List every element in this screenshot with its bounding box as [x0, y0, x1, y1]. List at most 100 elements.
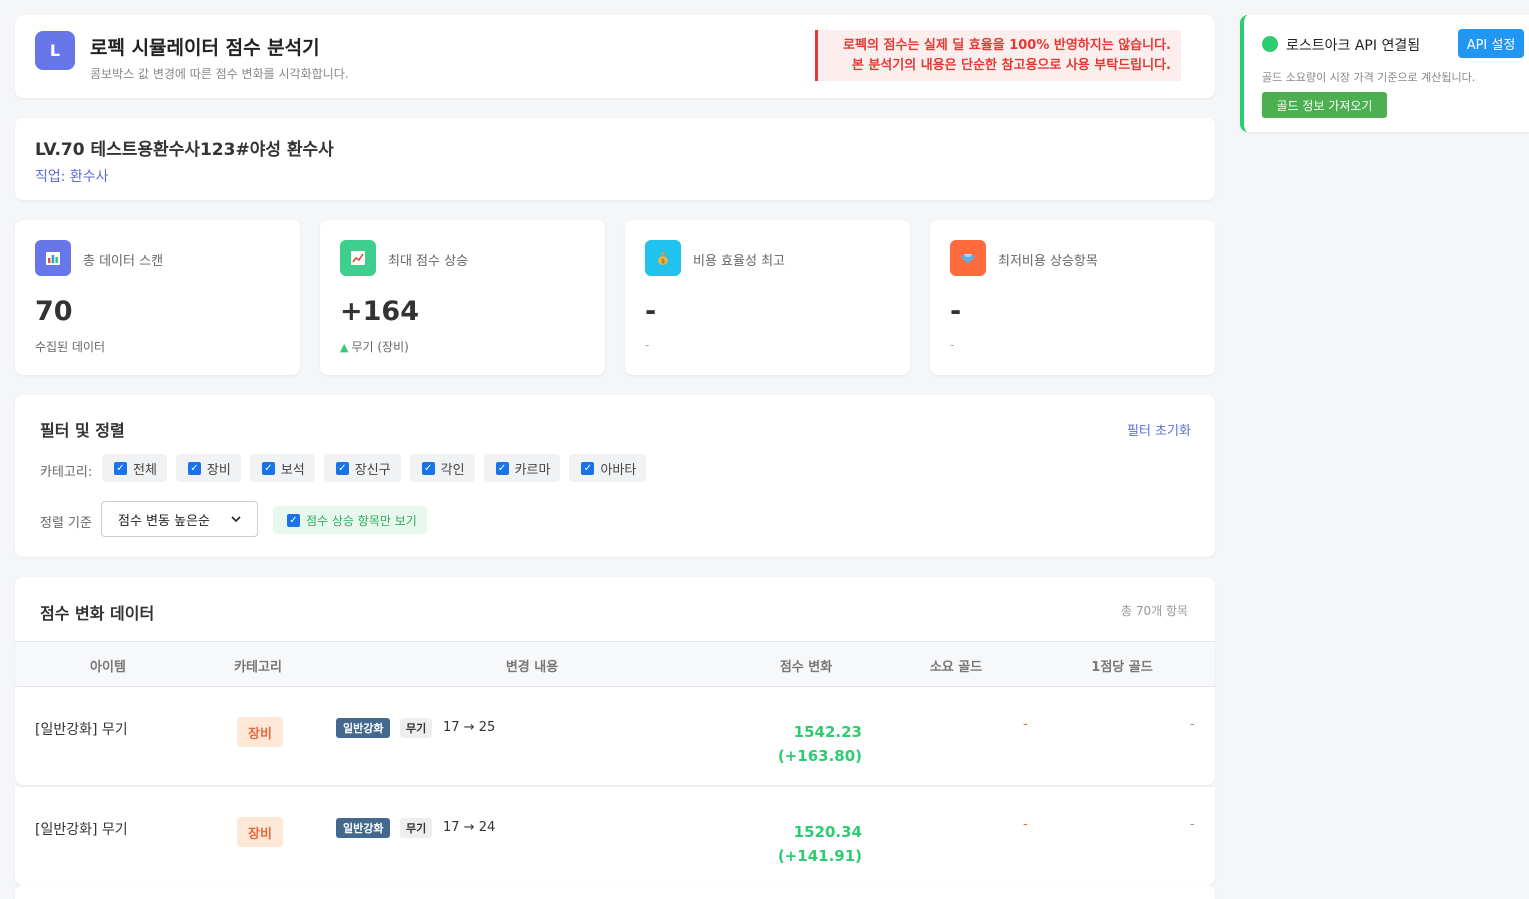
checkbox-checked-icon[interactable]: ✓	[495, 461, 509, 475]
stat-label: 최저비용 상승항목	[998, 254, 1098, 269]
data-table-count: 총 70개 항목	[1121, 604, 1189, 618]
chip-label: 장신구	[354, 462, 391, 478]
stat-value: -	[645, 296, 657, 327]
chip-label: 장비	[206, 462, 231, 478]
stat-value: 70	[35, 296, 73, 327]
stat-card-cost-efficiency: $ 비용 효율성 최고 - -	[625, 220, 910, 375]
change-part-tag: 무기	[400, 718, 433, 738]
score-value: 1520.34	[793, 823, 862, 841]
score-change: 1542.23 (+163.80)	[778, 720, 862, 768]
stat-value: +164	[340, 296, 419, 327]
checkbox-checked-icon[interactable]: ✓	[421, 461, 435, 475]
column-header-change[interactable]: 변경 내용	[506, 656, 558, 675]
row-item-name: [일반강화] 무기	[35, 722, 128, 738]
chip-label: 각인	[440, 462, 465, 478]
stat-label: 총 데이터 스캔	[83, 254, 164, 269]
stat-card-lowest-cost: 최저비용 상승항목 - -	[930, 220, 1215, 375]
checkbox-checked-icon[interactable]: ✓	[187, 461, 201, 475]
category-chip-gem[interactable]: ✓ 보석	[249, 454, 315, 482]
category-chip-avatar[interactable]: ✓ 아바타	[569, 454, 647, 482]
change-part-tag: 무기	[400, 818, 433, 838]
category-chip-all[interactable]: ✓ 전체	[102, 454, 167, 482]
category-label: 카테고리:	[40, 465, 93, 480]
category-chip-equipment[interactable]: ✓ 장비	[175, 454, 241, 482]
category-chip-karma[interactable]: ✓ 카르마	[483, 454, 561, 482]
up-triangle-icon: ▲	[340, 341, 349, 354]
table-row[interactable]: [일반강화] 무기 장비 일반강화 무기 17 → 24 1520.34 (+1…	[15, 787, 1215, 885]
app-logo: L	[35, 31, 75, 70]
money-bag-icon: $	[645, 240, 681, 276]
chip-label: 보석	[280, 462, 305, 478]
api-settings-button[interactable]: API 설정	[1458, 29, 1524, 58]
stat-value: -	[950, 296, 962, 327]
api-status-text: 로스트아크 API 연결됨	[1286, 38, 1421, 54]
sort-select[interactable]: 점수 변동 높은순	[101, 501, 258, 537]
rise-only-toggle[interactable]: ✓ 점수 상승 항목만 보기	[273, 506, 427, 534]
table-header: 아이템 카테고리 변경 내용 점수 변화 소요 골드 1점당 골드	[15, 641, 1215, 687]
category-chip-engraving[interactable]: ✓ 각인	[409, 454, 475, 482]
checkbox-checked-icon[interactable]: ✓	[287, 513, 300, 527]
rise-only-label: 점수 상승 항목만 보기	[306, 513, 417, 528]
filter-reset-link[interactable]: 필터 초기화	[1127, 420, 1191, 439]
column-header-score[interactable]: 점수 변화	[780, 656, 832, 675]
checkbox-checked-icon[interactable]: ✓	[114, 461, 127, 475]
score-delta: (+163.80)	[777, 747, 862, 765]
warning-line-2: 본 분석기의 내용은 단순한 참고용으로 사용 부탁드립니다.	[851, 58, 1171, 73]
api-status-panel: 로스트아크 API 연결됨 API 설정 골드 소요량이 시장 가격 기준으로 …	[1240, 15, 1529, 132]
stat-sub: 무기 (장비)	[351, 340, 409, 354]
app-title: 로펙 시뮬레이터 점수 분석기	[90, 37, 320, 59]
gold-per-point: -	[1190, 717, 1195, 732]
table-row-next[interactable]	[15, 885, 1215, 899]
checkbox-checked-icon[interactable]: ✓	[581, 461, 595, 475]
trend-up-icon	[340, 240, 376, 276]
app-subtitle: 콤보박스 값 변경에 따른 점수 변화를 시각화합니다.	[90, 67, 349, 81]
gold-cost: -	[1023, 817, 1028, 832]
stat-label: 최대 점수 상승	[388, 254, 469, 269]
stat-card-max-rise: 최대 점수 상승 +164 ▲ 무기 (장비)	[320, 220, 605, 375]
warning-banner: 로펙의 점수는 실제 딜 효율을 100% 반영하지는 않습니다. 본 분석기의…	[815, 30, 1181, 81]
app-header: L 로펙 시뮬레이터 점수 분석기 콤보박스 값 변경에 따른 점수 변화를 시…	[15, 15, 1215, 98]
table-row[interactable]: [일반강화] 무기 장비 일반강화 무기 17 → 25 1542.23 (+1…	[15, 687, 1215, 785]
chip-label: 전체	[133, 462, 157, 478]
change-type-tag: 일반강화	[336, 718, 391, 738]
status-dot-icon	[1262, 36, 1278, 52]
column-header-category[interactable]: 카테고리	[234, 656, 282, 675]
checkbox-checked-icon[interactable]: ✓	[335, 461, 349, 475]
stat-label: 비용 효율성 최고	[693, 254, 785, 269]
stat-sub: -	[645, 338, 650, 352]
category-chip-accessory[interactable]: ✓ 장신구	[323, 454, 401, 482]
column-header-gold[interactable]: 소요 골드	[930, 656, 982, 675]
stat-sub-wrap: ▲ 무기 (장비)	[340, 338, 409, 355]
data-table-card: 점수 변화 데이터 총 70개 항목 아이템 카테고리 변경 내용 점수 변화 …	[15, 577, 1215, 687]
category-chips: ✓ 전체 ✓ 장비 ✓ 보석 ✓ 장신구 ✓ 각인 ✓ 카르마 ✓ 아바타	[102, 454, 647, 482]
sort-select-value: 점수 변동 높은순	[118, 513, 210, 529]
warning-line-1: 로펙의 점수는 실제 딜 효율을 100% 반영하지는 않습니다.	[843, 38, 1171, 53]
row-item-name: [일반강화] 무기	[35, 822, 128, 838]
change-type-tag: 일반강화	[336, 818, 391, 838]
character-name: LV.70 테스트용환수사123#야성 환수사	[35, 140, 334, 160]
stat-sub: 수집된 데이터	[35, 340, 106, 354]
chevron-down-icon	[231, 512, 241, 527]
change-text: 17 → 24	[443, 820, 496, 835]
column-header-item[interactable]: 아이템	[90, 656, 126, 675]
character-class: 직업: 환수사	[35, 169, 109, 185]
bar-chart-icon	[35, 240, 71, 276]
character-card: LV.70 테스트용환수사123#야성 환수사 직업: 환수사	[15, 118, 1215, 200]
filter-panel: 필터 및 정렬 필터 초기화 카테고리: ✓ 전체 ✓ 장비 ✓ 보석 ✓ 장신구 ✓ 각…	[15, 395, 1215, 557]
chip-label: 카르마	[514, 462, 551, 478]
data-table-title: 점수 변화 데이터	[40, 604, 155, 623]
change-text: 17 → 25	[443, 720, 496, 735]
stat-card-total-scan: 총 데이터 스캔 70 수집된 데이터	[15, 220, 300, 375]
gold-cost: -	[1023, 717, 1028, 732]
checkbox-checked-icon[interactable]: ✓	[261, 461, 275, 475]
chip-label: 아바타	[600, 462, 637, 478]
category-badge: 장비	[237, 717, 283, 747]
column-header-gold-per-point[interactable]: 1점당 골드	[1091, 656, 1152, 675]
sort-label: 정렬 기준	[40, 516, 92, 531]
gem-icon	[950, 240, 986, 276]
fetch-gold-button[interactable]: 골드 정보 가져오기	[1262, 92, 1387, 118]
api-note: 골드 소요량이 시장 가격 기준으로 계산됩니다.	[1262, 71, 1476, 84]
category-badge: 장비	[237, 817, 283, 847]
score-value: 1542.23	[793, 723, 862, 741]
gold-per-point: -	[1190, 817, 1195, 832]
